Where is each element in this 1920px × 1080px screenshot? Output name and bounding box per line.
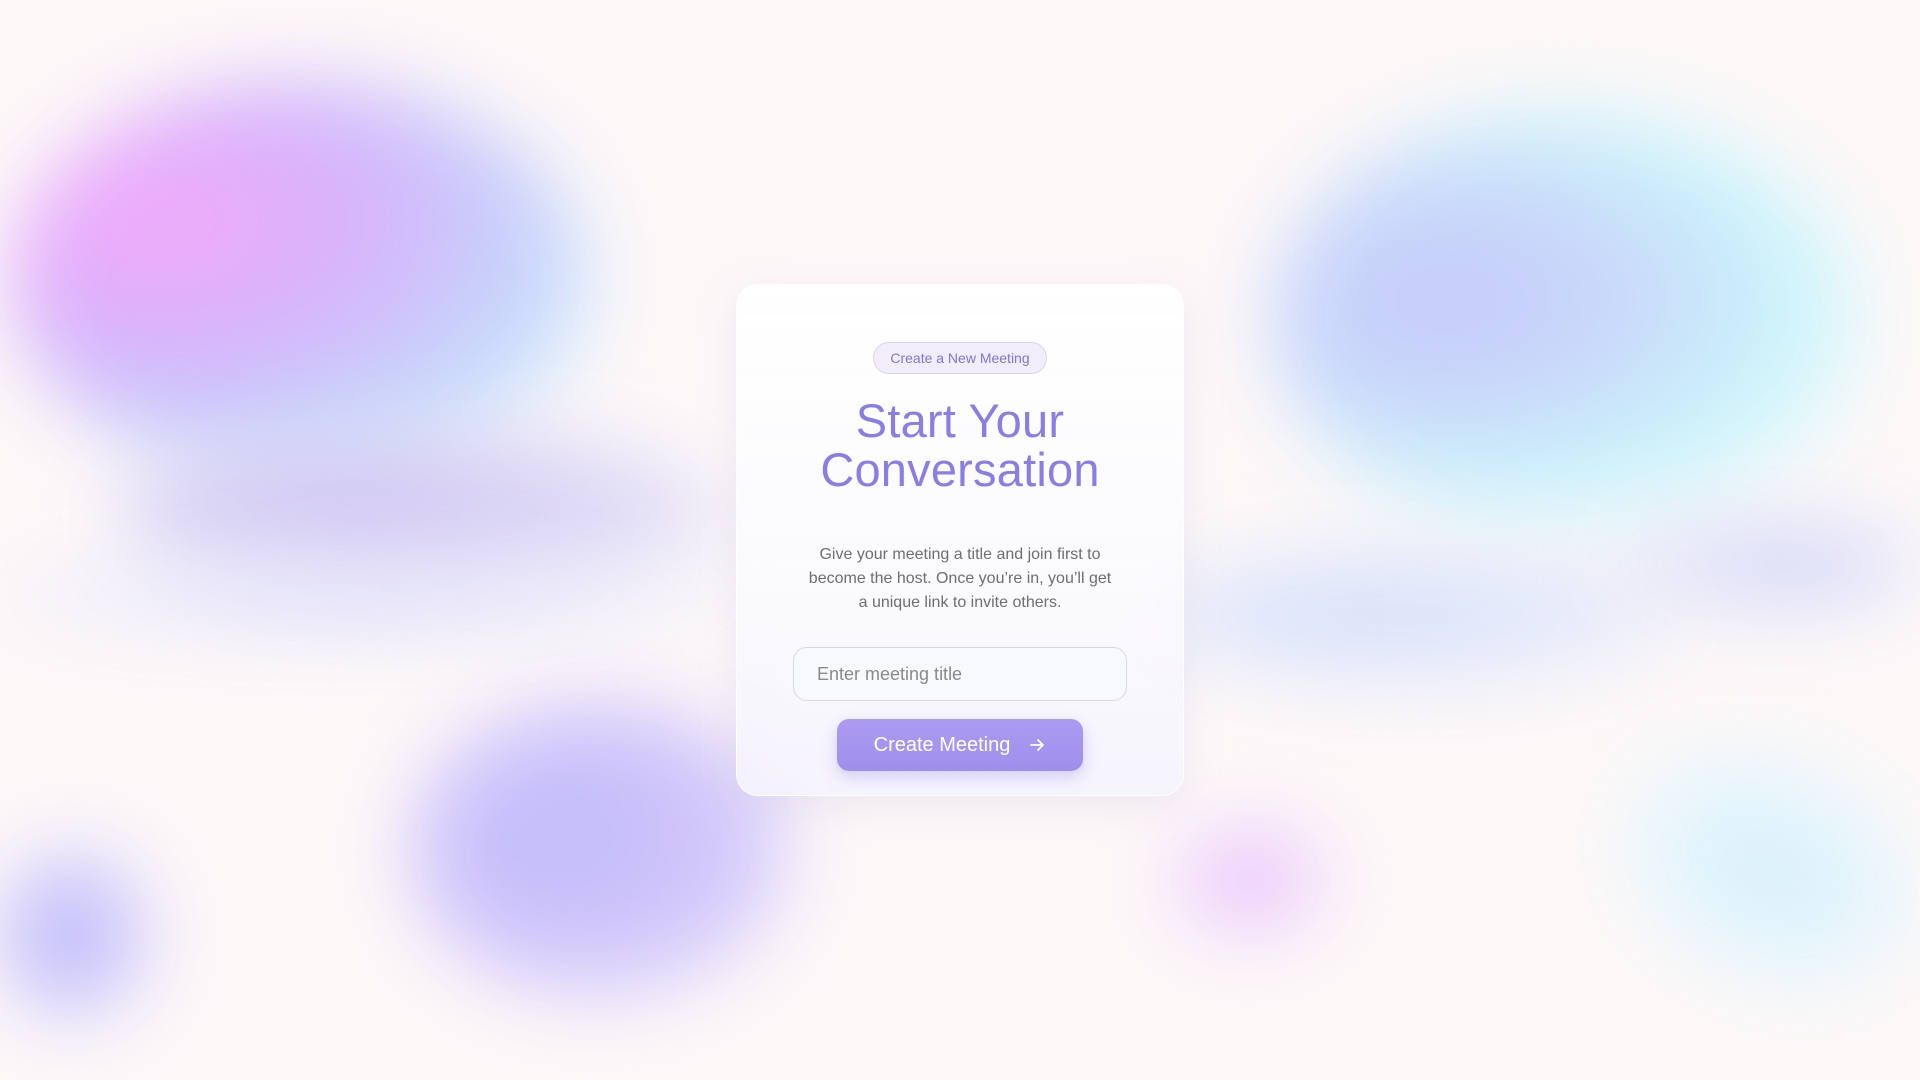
arrow-right-icon bbox=[1030, 739, 1045, 752]
gradient-blob bbox=[1587, 706, 1920, 1034]
meeting-title-input[interactable] bbox=[793, 647, 1127, 702]
gradient-blob bbox=[0, 850, 150, 1020]
gradient-blob bbox=[1270, 110, 1860, 530]
create-meeting-card: Create a New Meeting Start Your Conversa… bbox=[736, 284, 1184, 796]
create-meeting-button[interactable]: Create Meeting bbox=[837, 719, 1083, 772]
gradient-blob bbox=[0, 540, 780, 650]
description-text: Give your meeting a title and join first… bbox=[808, 546, 1112, 612]
gradient-blob bbox=[410, 700, 790, 1000]
create-meeting-button-label: Create Meeting bbox=[873, 733, 1011, 756]
gradient-blob bbox=[1170, 820, 1330, 940]
gradient-blob bbox=[10, 80, 590, 480]
gradient-blob bbox=[1600, 510, 1920, 620]
create-meeting-badge: Create a New Meeting bbox=[873, 342, 1047, 374]
title-line-2: Conversation bbox=[820, 443, 1100, 496]
page-title: Start Your Conversation bbox=[820, 396, 1099, 494]
title-line-1: Start Your bbox=[855, 394, 1065, 447]
